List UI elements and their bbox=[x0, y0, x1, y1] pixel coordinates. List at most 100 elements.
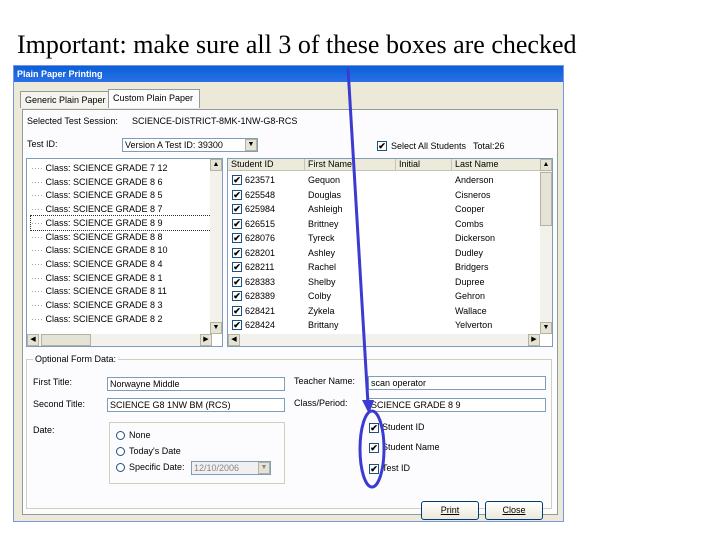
close-button[interactable]: Close bbox=[485, 501, 543, 520]
class-tree-item[interactable]: ···· Class: SCIENCE GRADE 8 9 bbox=[30, 214, 212, 231]
scroll-left-icon[interactable]: ◀ bbox=[27, 334, 39, 346]
class-tree-item[interactable]: ···· Class: SCIENCE GRADE 8 10 bbox=[31, 243, 211, 257]
test-id-select[interactable]: Version A Test ID: 39300 ▼ bbox=[122, 138, 258, 152]
student-select-checkbox[interactable]: ✔ bbox=[232, 204, 242, 214]
custom-plain-paper-panel: Selected Test Session: SCIENCE-DISTRICT-… bbox=[22, 109, 558, 520]
first-name-cell: Ashley bbox=[308, 247, 336, 258]
last-name-cell: Dudley bbox=[455, 247, 484, 258]
column-header-last-name[interactable]: Last Name bbox=[452, 159, 541, 171]
last-name-cell: Dupree bbox=[455, 276, 485, 287]
student-select-checkbox[interactable]: ✔ bbox=[232, 233, 242, 243]
class-tree-item[interactable]: ···· Class: SCIENCE GRADE 8 8 bbox=[31, 230, 211, 244]
scroll-left-icon[interactable]: ◀ bbox=[228, 334, 240, 346]
student-select-checkbox[interactable]: ✔ bbox=[232, 291, 242, 301]
class-tree-item-label: Class: SCIENCE GRADE 8 9 bbox=[45, 217, 163, 228]
student-select-checkbox[interactable]: ✔ bbox=[232, 305, 242, 316]
column-header-first-name[interactable]: First Name bbox=[305, 159, 396, 171]
student-select-checkbox[interactable]: ✔ bbox=[232, 218, 242, 229]
scroll-thumb[interactable] bbox=[41, 334, 91, 346]
class-tree-item-label: Class: SCIENCE GRADE 8 10 bbox=[45, 245, 168, 256]
select-all-students-label: Select All Students bbox=[391, 141, 467, 151]
class-tree-item-label: Class: SCIENCE GRADE 8 3 bbox=[45, 300, 163, 310]
table-row[interactable]: ✔ 628211 Rachel Bridgers bbox=[228, 260, 540, 274]
scroll-up-icon[interactable]: ▲ bbox=[540, 159, 552, 171]
class-tree-item[interactable]: ···· Class: SCIENCE GRADE 8 7 bbox=[31, 202, 211, 216]
table-row[interactable]: ✔ 628389 Colby Gehron bbox=[228, 289, 540, 303]
print-test-id-label: Test ID bbox=[382, 463, 411, 473]
student-table[interactable]: Student ID First Name Initial Last Name … bbox=[227, 158, 553, 347]
tab-generic-plain-paper[interactable]: Generic Plain Paper bbox=[20, 91, 112, 108]
date-specific-radio[interactable] bbox=[116, 463, 125, 472]
table-row[interactable]: ✔ 625548 Douglas Cisneros bbox=[228, 188, 540, 202]
student-select-checkbox[interactable]: ✔ bbox=[232, 247, 242, 258]
teacher-name-label: Teacher Name: bbox=[294, 376, 356, 386]
scroll-down-icon[interactable]: ▼ bbox=[210, 322, 222, 334]
class-tree-item[interactable]: ···· Class: SCIENCE GRADE 8 4 bbox=[31, 257, 211, 271]
student-select-checkbox[interactable]: ✔ bbox=[232, 189, 242, 200]
student-table-horizontal-scrollbar[interactable]: ◀ ▶ bbox=[228, 334, 540, 346]
teacher-name-input[interactable]: scan operator bbox=[368, 376, 546, 390]
print-test-id-checkbox[interactable]: ✔ bbox=[369, 464, 379, 474]
student-table-vertical-scrollbar[interactable]: ▲ ▼ bbox=[540, 159, 552, 334]
student-select-checkbox[interactable]: ✔ bbox=[232, 320, 242, 330]
class-tree-item[interactable]: ···· Class: SCIENCE GRADE 8 2 bbox=[31, 312, 211, 326]
column-header-student-id[interactable]: Student ID bbox=[228, 159, 305, 171]
student-id-cell: 628383 bbox=[245, 276, 276, 287]
date-none-label: None bbox=[129, 430, 151, 440]
first-name-cell: Ashleigh bbox=[308, 204, 343, 214]
table-row[interactable]: ✔ 628383 Shelby Dupree bbox=[228, 275, 540, 289]
class-tree-item[interactable]: ···· Class: SCIENCE GRADE 8 6 bbox=[31, 175, 211, 189]
table-row[interactable]: ✔ 626515 Brittney Combs bbox=[228, 217, 540, 231]
class-list-vertical-scrollbar[interactable]: ▲ ▼ bbox=[210, 159, 222, 334]
scroll-thumb[interactable] bbox=[540, 172, 552, 226]
instruction-caption: Important: make sure all 3 of these boxe… bbox=[17, 30, 577, 59]
table-row[interactable]: ✔ 628424 Brittany Yelverton bbox=[228, 318, 540, 332]
chevron-down-icon[interactable]: ▼ bbox=[258, 462, 270, 474]
student-select-checkbox[interactable]: ✔ bbox=[232, 175, 242, 185]
student-select-checkbox[interactable]: ✔ bbox=[232, 262, 242, 272]
specific-date-picker[interactable]: 12/10/2006 ▼ bbox=[191, 461, 271, 475]
scroll-right-icon[interactable]: ▶ bbox=[200, 334, 212, 346]
class-tree-item-label: Class: SCIENCE GRADE 8 11 bbox=[45, 286, 167, 297]
window-title: Plain Paper Printing bbox=[14, 66, 563, 82]
date-today-radio[interactable] bbox=[116, 447, 125, 456]
student-select-checkbox[interactable]: ✔ bbox=[232, 276, 242, 287]
scroll-up-icon[interactable]: ▲ bbox=[210, 159, 222, 171]
scroll-down-icon[interactable]: ▼ bbox=[540, 322, 552, 334]
class-tree-list[interactable]: ···· Class: SCIENCE GRADE 7 12 ···· Class… bbox=[26, 158, 223, 347]
second-title-input[interactable]: SCIENCE G8 1NW BM (RCS) bbox=[107, 398, 285, 412]
class-list-horizontal-scrollbar[interactable]: ◀ ▶ bbox=[27, 334, 212, 346]
class-tree-item-label: Class: SCIENCE GRADE 8 4 bbox=[45, 258, 163, 269]
column-header-initial[interactable]: Initial bbox=[396, 159, 452, 171]
date-specific-label: Specific Date: bbox=[129, 462, 185, 472]
select-all-students-checkbox[interactable]: ✔ bbox=[377, 141, 387, 151]
student-id-cell: 625548 bbox=[245, 189, 276, 200]
class-tree-item[interactable]: ···· Class: SCIENCE GRADE 7 12 bbox=[31, 161, 211, 175]
table-row[interactable]: ✔ 623571 Gequon Anderson bbox=[228, 173, 540, 187]
student-id-cell: 625984 bbox=[245, 204, 276, 214]
print-student-id-label: Student ID bbox=[382, 422, 425, 432]
print-button[interactable]: Print bbox=[421, 501, 479, 520]
table-row[interactable]: ✔ 628421 Zykela Wallace bbox=[228, 304, 540, 318]
class-tree-item[interactable]: ···· Class: SCIENCE GRADE 8 1 bbox=[31, 271, 211, 285]
class-tree-item[interactable]: ···· Class: SCIENCE GRADE 8 3 bbox=[31, 298, 211, 312]
class-tree-item[interactable]: ···· Class: SCIENCE GRADE 8 11 bbox=[31, 284, 211, 298]
last-name-cell: Bridgers bbox=[455, 262, 489, 272]
last-name-cell: Gehron bbox=[455, 291, 486, 301]
date-today-label: Today's Date bbox=[129, 446, 181, 456]
scroll-right-icon[interactable]: ▶ bbox=[528, 334, 540, 346]
print-student-id-checkbox[interactable]: ✔ bbox=[369, 423, 379, 433]
second-title-label: Second Title: bbox=[33, 399, 86, 409]
last-name-cell: Anderson bbox=[455, 175, 494, 185]
print-student-name-checkbox[interactable]: ✔ bbox=[369, 443, 379, 453]
first-title-input[interactable]: Norwayne Middle bbox=[107, 377, 285, 391]
date-none-radio[interactable] bbox=[116, 431, 125, 440]
table-row[interactable]: ✔ 628076 Tyreck Dickerson bbox=[228, 231, 540, 245]
first-name-cell: Tyreck bbox=[308, 233, 335, 243]
class-period-input[interactable]: SCIENCE GRADE 8 9 bbox=[368, 398, 546, 412]
tab-custom-plain-paper[interactable]: Custom Plain Paper bbox=[108, 89, 200, 108]
chevron-down-icon[interactable]: ▼ bbox=[245, 139, 257, 151]
class-tree-item[interactable]: ···· Class: SCIENCE GRADE 8 5 bbox=[31, 188, 211, 202]
table-row[interactable]: ✔ 625984 Ashleigh Cooper bbox=[228, 202, 540, 216]
table-row[interactable]: ✔ 628201 Ashley Dudley bbox=[228, 246, 540, 260]
